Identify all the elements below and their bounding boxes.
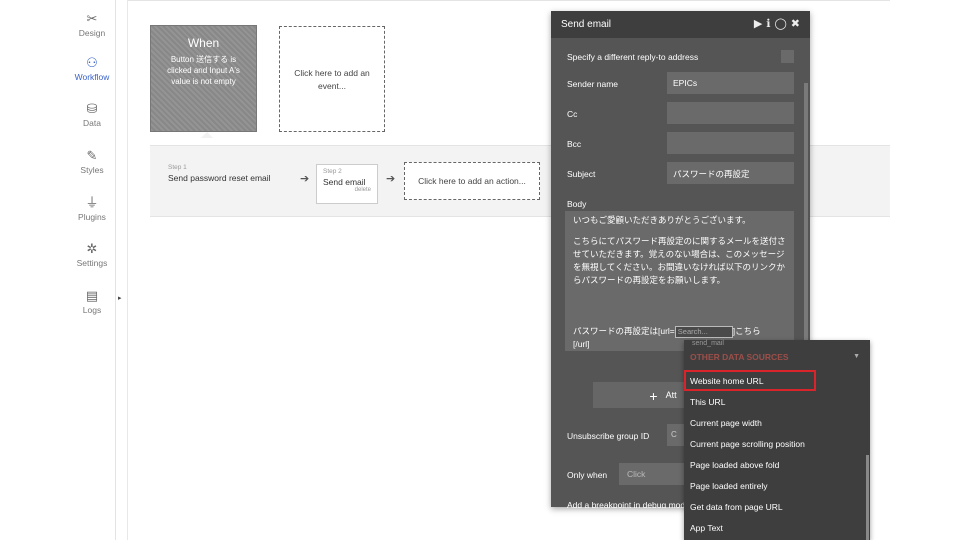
body-url-suffix: ]こちら [732, 326, 761, 336]
database-icon: ⛁ [86, 101, 98, 116]
arrow-right-icon: ➔ [300, 173, 310, 185]
step-title: Send email [323, 177, 366, 187]
step-label: Step 2 [323, 168, 342, 175]
dropdown-item-loaded-above-fold[interactable]: Page loaded above fold [684, 454, 864, 475]
sidebar-item-label: Settings [76, 258, 108, 268]
event-block[interactable]: When Button 送信する is clicked and Input A'… [150, 25, 257, 132]
body-url-close: [/url] [573, 339, 590, 349]
sidebar-item-label: Workflow [74, 72, 110, 82]
unsubscribe-label: Unsubscribe group ID [567, 431, 650, 441]
clipped-option: send_mail [692, 340, 724, 347]
dropdown-item-scroll-position[interactable]: Current page scrolling position [684, 433, 864, 454]
sidebar-item-design[interactable]: ✂ Design [68, 10, 116, 54]
dynamic-search-input[interactable]: Search... [674, 325, 733, 338]
cc-label: Cc [567, 109, 578, 119]
bcc-field[interactable] [667, 132, 794, 154]
dropdown-item-website-home-url[interactable]: Website home URL [684, 370, 816, 391]
plus-icon: + [649, 387, 658, 404]
unsubscribe-field[interactable]: C [667, 424, 685, 446]
comment-icon[interactable]: ◯ [774, 17, 790, 30]
gear-icon: ✲ [86, 241, 98, 256]
body-paragraph: こちらにてパスワード再設定のに関するメールを送付させていただきます。覚えのない場… [573, 236, 786, 285]
body-url-prefix: パスワードの再設定は[url= [573, 326, 675, 336]
subject-field[interactable]: パスワードの再設定 [667, 162, 794, 184]
dropdown-item-this-url[interactable]: This URL [684, 391, 864, 412]
event-title: When [187, 36, 220, 50]
sidebar-item-settings[interactable]: ✲ Settings [68, 240, 116, 284]
arrow-right-icon: ➔ [386, 173, 396, 185]
subject-label: Subject [567, 169, 596, 179]
info-icon[interactable]: ℹ [766, 17, 774, 30]
event-description: Button 送信する is clicked and Input A's val… [167, 55, 240, 86]
body-field[interactable]: いつもご愛顧いただきありがとうございます。 こちらにてパスワード再設定のに関する… [565, 211, 794, 351]
only-when-field[interactable]: Click [619, 463, 689, 485]
dropdown-item-app-text[interactable]: App Text [684, 517, 864, 538]
only-when-label: Only when [567, 470, 608, 480]
sidebar-item-styles[interactable]: ✎ Styles [68, 147, 116, 191]
step-label: Step 1 [168, 164, 187, 171]
dropdown-scrollbar[interactable] [866, 455, 869, 540]
attach-label: Att [665, 390, 677, 400]
panel-header[interactable]: Send email ▶ℹ◯✖ [551, 11, 810, 38]
play-icon[interactable]: ▶ [754, 17, 766, 30]
sidebar-item-logs[interactable]: ▤ Logs [68, 287, 116, 331]
close-icon[interactable]: ✖ [791, 17, 804, 30]
panel-toolbar: ▶ℹ◯✖ [754, 17, 804, 30]
delete-link[interactable]: delete [323, 187, 371, 193]
dropdown-section-header: OTHER DATA SOURCES [690, 352, 789, 362]
caret-down-icon[interactable]: ▼ [853, 353, 860, 360]
body-label: Body [567, 199, 587, 209]
scissors-icon: ✂ [86, 11, 98, 26]
event-pointer [201, 132, 213, 138]
expand-sidebar-icon[interactable]: ▸ [118, 294, 122, 302]
sidebar-item-label: Data [83, 118, 101, 128]
workflow-icon: ⚇ [86, 55, 98, 70]
sidebar-item-label: Design [78, 28, 106, 38]
breakpoint-label[interactable]: Add a breakpoint in debug mode [567, 500, 685, 508]
plug-icon: ⏚ [85, 195, 99, 210]
sidebar-item-label: Styles [80, 165, 104, 175]
bcc-label: Bcc [567, 139, 582, 149]
action-step-1[interactable]: Step 1 Send password reset email [156, 158, 292, 204]
sidebar-item-workflow[interactable]: ⚇ Workflow [68, 54, 116, 98]
brush-icon: ✎ [86, 148, 98, 163]
step-title: Send password reset email [168, 173, 271, 183]
dropdown-item-page-width[interactable]: Current page width [684, 412, 864, 433]
sidebar-item-plugins[interactable]: ⏚ Plugins [68, 194, 116, 238]
cc-field[interactable] [667, 102, 794, 124]
data-source-dropdown: send_mail OTHER DATA SOURCES ▼ Website h… [684, 340, 870, 540]
panel-title: Send email [561, 19, 612, 30]
add-event-button[interactable]: Click here to add an event... [279, 26, 385, 132]
add-action-button[interactable]: Click here to add an action... [404, 162, 540, 200]
dropdown-item-loaded-entirely[interactable]: Page loaded entirely [684, 475, 864, 496]
sidebar-item-label: Plugins [78, 212, 106, 222]
divider [128, 0, 890, 1]
left-sidebar: ✂ Design ⚇ Workflow ⛁ Data ✎ Styles ⏚ Pl… [68, 0, 116, 540]
action-step-2[interactable]: Step 2 Send email delete [316, 164, 378, 204]
sender-name-label: Sender name [567, 79, 619, 89]
sender-name-field[interactable]: EPICs [667, 72, 794, 94]
reply-to-label: Specify a different reply-to address [567, 52, 699, 62]
body-paragraph: いつもご愛顧いただきありがとうございます。 [573, 215, 751, 225]
reply-to-checkbox[interactable] [781, 50, 794, 63]
document-icon: ▤ [85, 288, 99, 303]
sidebar-item-label: Logs [82, 305, 102, 315]
sidebar-item-data[interactable]: ⛁ Data [68, 100, 116, 144]
dropdown-item-page-url-data[interactable]: Get data from page URL [684, 496, 864, 517]
